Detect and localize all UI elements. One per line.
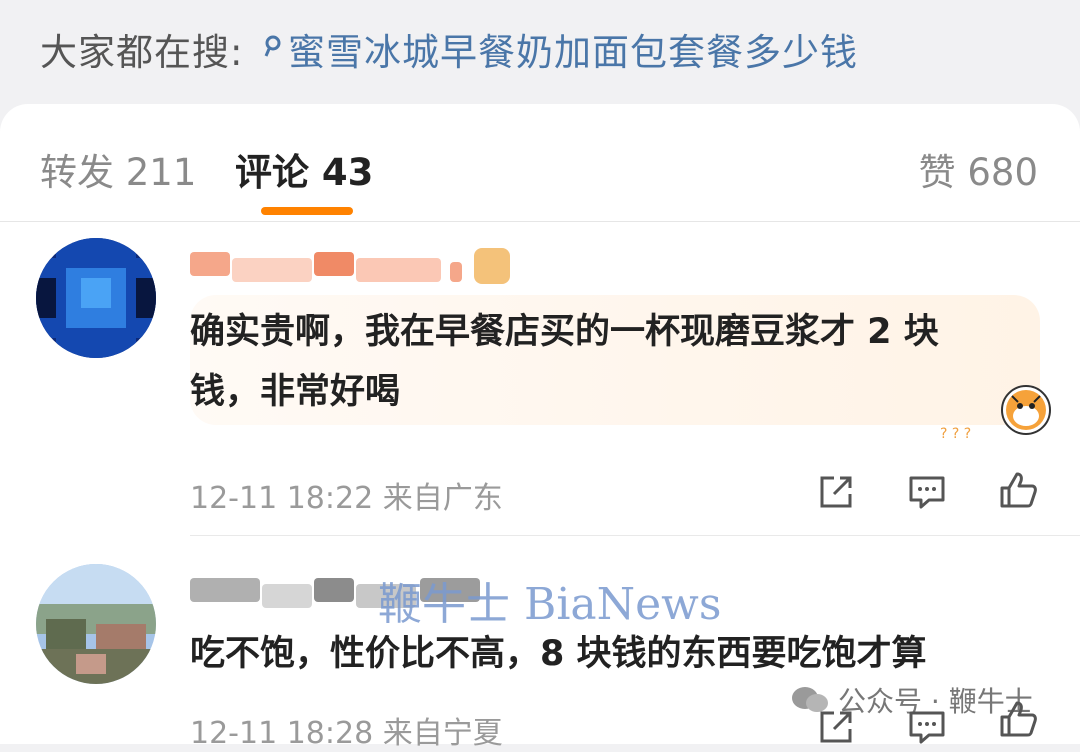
avatar[interactable]: [36, 564, 156, 684]
search-suggestion-bar: 大家都在搜: 蜜雪冰城早餐奶加面包套餐多少钱: [0, 0, 1080, 104]
tab-repost[interactable]: 转发 211: [40, 142, 196, 196]
comment-icon[interactable]: [905, 705, 949, 749]
like-icon[interactable]: [996, 697, 1040, 741]
comment-divider: [190, 535, 1080, 536]
comment-text-line: 钱，非常好喝: [190, 372, 401, 412]
svg-text:? ? ?: ? ? ?: [940, 426, 971, 442]
vip-badge-icon: [474, 248, 510, 284]
avatar[interactable]: [36, 238, 156, 358]
tab-likes[interactable]: 赞 680: [919, 142, 1038, 196]
comment-text-line: 吃不饱，性价比不高，8 块钱的东西要吃饱才算: [190, 634, 927, 674]
comment-icon[interactable]: [905, 470, 949, 514]
search-prefix-label: 大家都在搜:: [40, 31, 244, 74]
comment-meta: 12-11 18:28 来自宁夏: [190, 716, 503, 751]
comment-meta: 12-11 18:22 来自广东: [190, 481, 503, 516]
search-suggestion-link[interactable]: 蜜雪冰城早餐奶加面包套餐多少钱: [262, 22, 858, 76]
like-icon[interactable]: [996, 468, 1040, 512]
share-icon[interactable]: [814, 705, 858, 749]
search-suggestion-text: 蜜雪冰城早餐奶加面包套餐多少钱: [288, 31, 858, 74]
tabs-divider: [0, 221, 1080, 222]
tiger-sticker-icon: ? ? ?: [940, 385, 1051, 442]
tab-comments[interactable]: 评论 43: [235, 142, 373, 196]
share-icon[interactable]: [814, 470, 858, 514]
active-tab-indicator: [261, 207, 353, 215]
comment-text-line: 确实贵啊，我在早餐店买的一杯现磨豆浆才 2 块: [190, 312, 939, 352]
search-icon: [264, 35, 281, 57]
watermark-logo: 鞭牛士 BiaNews: [378, 579, 722, 630]
